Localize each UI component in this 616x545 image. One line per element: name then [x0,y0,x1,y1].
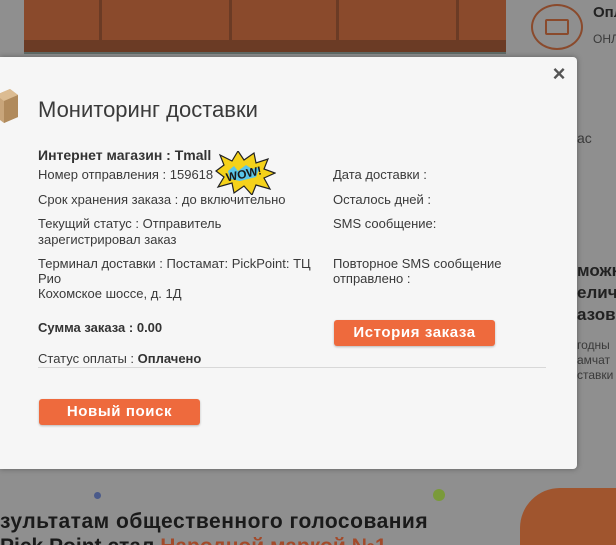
delivery-terminal-line3: Кохомское шоссе, д. 1Д [38,286,182,301]
close-icon[interactable]: × [550,63,568,85]
background-brick-banner [24,0,507,52]
tracking-number: Номер отправления : 159618 [38,167,214,182]
background-side-text: ас [577,130,592,146]
background-side-subtitle: ОНЛ [593,32,616,46]
repeat-sms-line2: отправлено : [333,271,411,286]
promo-person-image [520,488,616,545]
delivery-terminal-line1: Терминал доставки : Постамат: PickPoint:… [38,256,311,271]
decorative-dot [94,492,101,499]
order-sum: Сумма заказа : 0.00 [38,320,163,335]
payment-card-icon [531,4,583,50]
background-side-heading: азов [577,305,616,324]
background-side-heading: елич [577,283,616,302]
payment-status: Статус оплаты : Оплачено [38,351,202,366]
parcel-box-icon [0,89,18,123]
current-status-line2: зарегистрировал заказ [38,232,177,247]
background-side-text: амчат [577,353,611,367]
background-side-title: Опл [593,4,616,21]
delivery-date-label: Дата доставки : [333,167,427,182]
repeat-sms-line1: Повторное SMS сообщение [333,256,502,271]
new-search-button[interactable]: Новый поиск [39,399,200,425]
sms-message-label: SMS сообщение: [333,216,437,231]
background-side-text: ставки [577,368,614,382]
wow-sticker-icon: WOW! [215,151,276,195]
current-status-line1: Текущий статус : Отправитель [38,216,222,231]
order-history-button[interactable]: История заказа [334,320,495,346]
store-label: Интернет магазин : Tmall [38,147,212,163]
background-banner-text: зультатам общественного голосования [0,510,429,533]
payment-status-value: Оплачено [137,351,202,366]
days-left-label: Осталось дней : [333,192,431,207]
decorative-dot [433,489,445,501]
delivery-monitoring-modal: × Мониторинг доставки Интернет магазин :… [0,57,577,469]
background-banner-subtext: Pick Point стал Народной маркой №1 [0,535,387,545]
background-side-text: годны [577,338,610,352]
divider [38,367,546,368]
background-side-heading: можн [577,261,616,280]
modal-title: Мониторинг доставки [38,97,258,122]
delivery-terminal-line2: Рио [38,271,62,286]
